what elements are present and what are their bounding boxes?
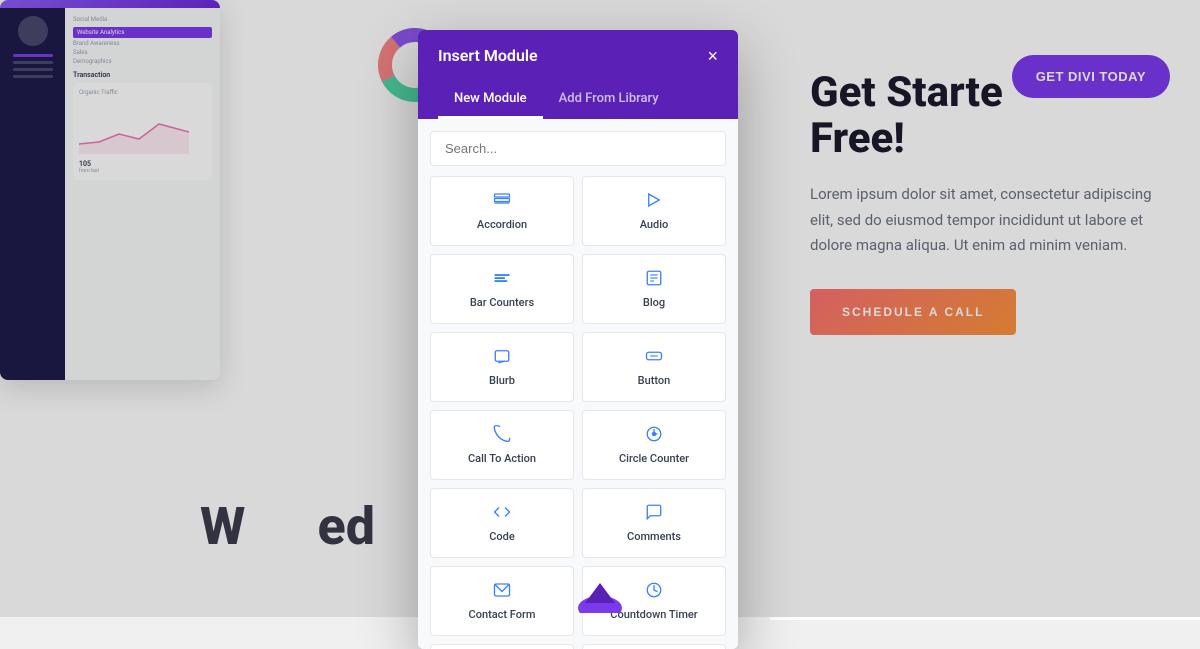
divi-logo-bottom <box>575 578 625 617</box>
call-to-action-label: Call To Action <box>468 452 536 465</box>
accordion-label: Accordion <box>477 218 527 231</box>
button-label: Button <box>638 374 671 387</box>
tab-new-module[interactable]: New Module <box>438 81 543 119</box>
module-item-email-optin[interactable]: Email Optin <box>582 644 726 649</box>
comments-icon <box>645 503 663 524</box>
modal-tabs-container: New Module Add From Library <box>418 81 738 119</box>
modal-close-button[interactable]: × <box>707 47 718 65</box>
blog-icon <box>645 269 663 290</box>
comments-label: Comments <box>627 530 681 543</box>
module-item-button[interactable]: Button <box>582 332 726 402</box>
bar-counters-icon <box>493 269 511 290</box>
tab-new-module-label: New Module <box>454 91 527 106</box>
code-icon <box>493 503 511 524</box>
button-icon <box>645 347 663 368</box>
modal-body: Accordion Audio Bar Counters <box>418 119 738 649</box>
audio-label: Audio <box>640 218 669 231</box>
module-item-blog[interactable]: Blog <box>582 254 726 324</box>
module-item-divider[interactable]: Divider <box>430 644 574 649</box>
audio-icon <box>645 191 663 212</box>
module-item-circle-counter[interactable]: Circle Counter <box>582 410 726 480</box>
code-label: Code <box>489 530 515 543</box>
module-item-comments[interactable]: Comments <box>582 488 726 558</box>
tab-add-from-library-label: Add From Library <box>559 91 659 106</box>
module-item-code[interactable]: Code <box>430 488 574 558</box>
blurb-label: Blurb <box>489 374 515 387</box>
contact-form-label: Contact Form <box>469 608 536 621</box>
blurb-icon <box>493 347 511 368</box>
bar-counters-label: Bar Counters <box>470 296 534 309</box>
blog-label: Blog <box>643 296 665 309</box>
circle-counter-label: Circle Counter <box>619 452 689 465</box>
divi-logo-svg <box>575 578 625 613</box>
insert-module-modal: Insert Module × New Module Add From Libr… <box>418 30 738 649</box>
module-item-bar-counters[interactable]: Bar Counters <box>430 254 574 324</box>
accordion-icon <box>493 191 511 212</box>
modal-title: Insert Module <box>438 46 538 65</box>
circle-counter-icon <box>645 425 663 446</box>
module-item-audio[interactable]: Audio <box>582 176 726 246</box>
modal-header: Insert Module × <box>418 30 738 81</box>
tab-add-from-library[interactable]: Add From Library <box>543 81 675 119</box>
module-item-contact-form[interactable]: Contact Form <box>430 566 574 636</box>
call-to-action-icon <box>493 425 511 446</box>
contact-form-icon <box>493 581 511 602</box>
search-input[interactable] <box>430 131 726 166</box>
module-item-accordion[interactable]: Accordion <box>430 176 574 246</box>
module-item-call-to-action[interactable]: Call To Action <box>430 410 574 480</box>
countdown-timer-icon <box>645 581 663 602</box>
module-item-blurb[interactable]: Blurb <box>430 332 574 402</box>
